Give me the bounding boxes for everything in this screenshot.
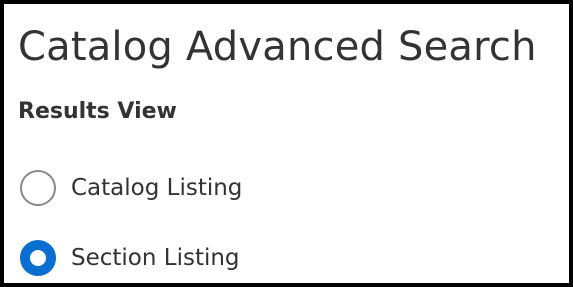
- search-panel: Catalog Advanced Search Results View Cat…: [0, 0, 573, 287]
- section-listing-label: Section Listing: [71, 245, 240, 271]
- catalog-listing-radio[interactable]: [20, 170, 56, 206]
- section-listing-option[interactable]: Section Listing: [20, 238, 240, 278]
- catalog-listing-option[interactable]: Catalog Listing: [20, 168, 242, 208]
- page-title: Catalog Advanced Search: [18, 24, 537, 70]
- results-view-heading: Results View: [18, 99, 177, 124]
- section-listing-radio[interactable]: [20, 240, 56, 276]
- catalog-listing-label: Catalog Listing: [71, 175, 243, 201]
